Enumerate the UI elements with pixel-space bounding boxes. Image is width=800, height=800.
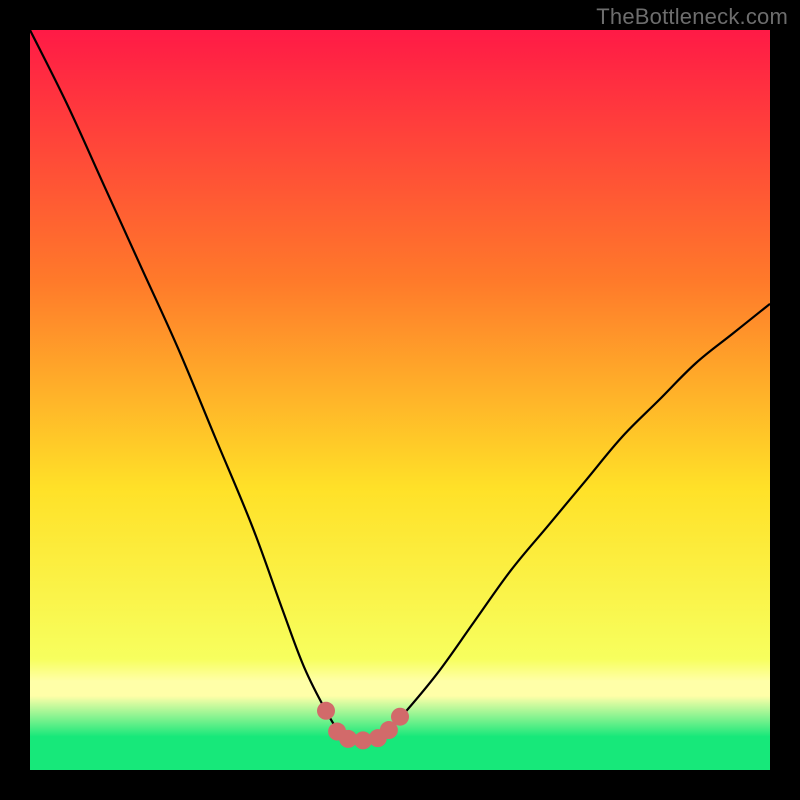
viewport: TheBottleneck.com	[0, 0, 800, 800]
optimal-marker	[391, 708, 409, 726]
optimal-marker	[317, 702, 335, 720]
watermark-text: TheBottleneck.com	[596, 4, 788, 30]
chart-svg	[30, 30, 770, 770]
plot-area	[30, 30, 770, 770]
